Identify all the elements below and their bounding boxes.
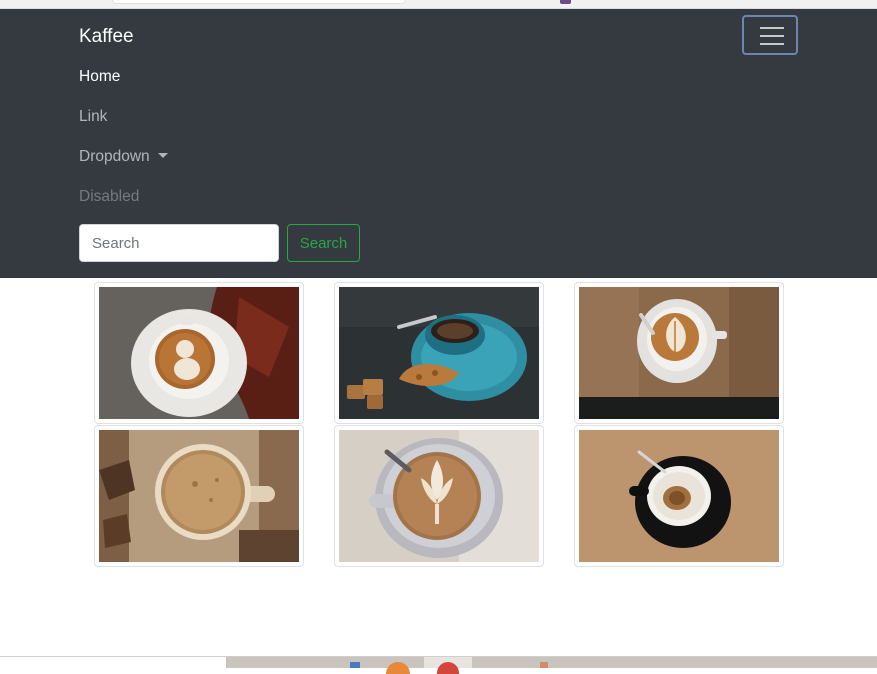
coffee-photo-tulip-latte <box>339 430 539 562</box>
navbar-toggler-button[interactable] <box>742 15 798 55</box>
next-section-banner <box>226 657 877 668</box>
gallery-thumbnail-1[interactable] <box>94 282 304 424</box>
gallery-thumbnail-4[interactable] <box>94 425 304 567</box>
hamburger-menu-icon-bar <box>760 35 784 37</box>
banner-pink-shape <box>540 662 548 668</box>
search-button[interactable]: Search <box>287 224 360 262</box>
coffee-photo-rosetta-latte <box>579 287 779 419</box>
nav-link-home[interactable]: Home <box>79 68 120 86</box>
nav-link-dropdown[interactable]: Dropdown <box>79 148 168 166</box>
browser-top-strip <box>0 0 877 9</box>
hamburger-menu-icon <box>760 27 784 29</box>
nav-dropdown-label: Dropdown <box>79 148 150 165</box>
hamburger-menu-icon-bar <box>760 43 784 45</box>
nav-link-link[interactable]: Link <box>79 108 107 126</box>
gallery-thumbnail-2[interactable] <box>334 282 544 424</box>
gallery-thumbnail-5[interactable] <box>334 425 544 567</box>
coffee-photo-blue-cup-biscotti <box>339 287 539 419</box>
coffee-photo-snowman-latte <box>99 287 299 419</box>
navbar-brand[interactable]: Kaffee <box>79 26 134 48</box>
bottom-page-strip <box>0 656 877 674</box>
gallery-thumbnail-6[interactable] <box>574 425 784 567</box>
navbar: Kaffee Home Link Dropdown Disabled Searc… <box>0 9 877 278</box>
banner-blue-shape <box>350 662 360 668</box>
nav-link-disabled: Disabled <box>79 188 140 205</box>
coffee-photo-empty-espresso <box>579 430 779 562</box>
search-input[interactable] <box>79 224 279 262</box>
gallery-thumbnail-3[interactable] <box>574 282 784 424</box>
coffee-photo-rustic-cup <box>99 430 299 562</box>
caret-down-icon <box>157 153 168 158</box>
browser-address-bar[interactable] <box>112 0 406 4</box>
browser-extension-icon[interactable] <box>560 0 571 4</box>
